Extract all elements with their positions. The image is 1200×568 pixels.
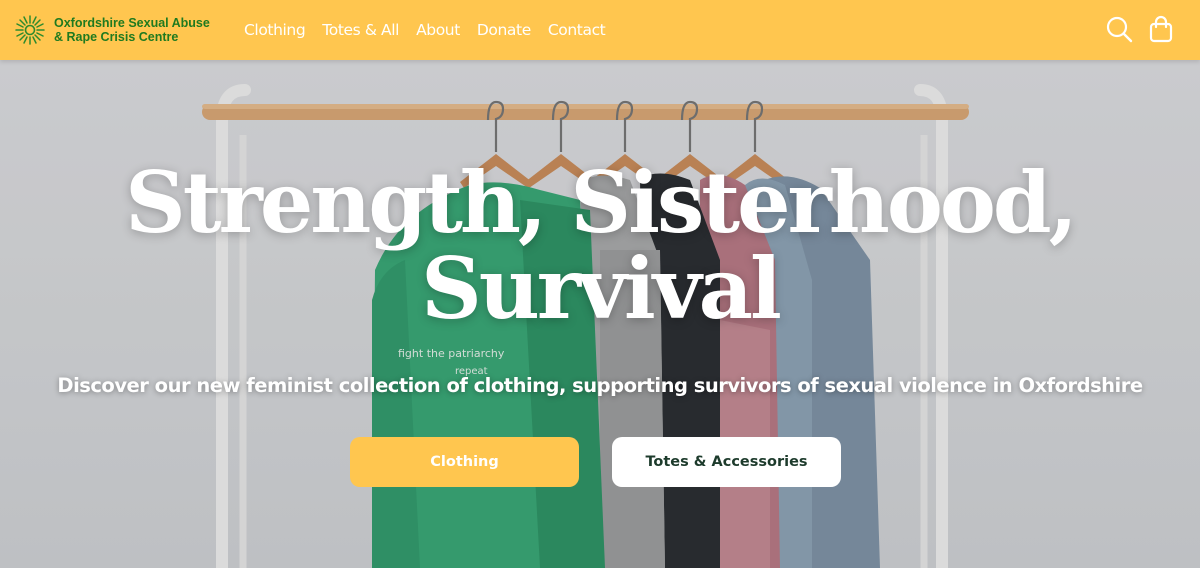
main-nav: Clothing Totes & All About Donate Contac… — [244, 21, 622, 39]
shop-totes-accessories-button[interactable]: Totes & Accessories — [612, 437, 841, 487]
shopping-bag-icon — [1149, 15, 1173, 43]
search-button[interactable] — [1102, 12, 1136, 46]
hero-banner: fight the patriarchy repeat Strength, Si… — [0, 60, 1200, 568]
shop-clothing-button[interactable]: Clothing — [350, 437, 579, 487]
nav-item-clothing[interactable]: Clothing — [244, 21, 306, 39]
sunflower-logo-icon — [15, 15, 45, 45]
header-actions — [1094, 12, 1178, 46]
brand-name-line2: & Rape Crisis Centre — [54, 30, 179, 44]
search-icon — [1106, 16, 1133, 43]
nav-item-about[interactable]: About — [416, 21, 460, 39]
hero-title-line2: Survival — [421, 239, 782, 338]
hero-title-line1: Strength, Sisterhood, — [125, 153, 1078, 252]
nav-item-totes[interactable]: Totes & All — [322, 21, 399, 39]
brand-logo[interactable]: Oxfordshire Sexual Abuse & Rape Crisis C… — [14, 14, 219, 46]
nav-item-contact[interactable]: Contact — [548, 21, 606, 39]
brand-name-line1: Oxfordshire Sexual Abuse — [54, 16, 210, 30]
nav-item-donate[interactable]: Donate — [477, 21, 531, 39]
hero-title: Strength, Sisterhood, Survival — [0, 160, 1200, 332]
site-header: Oxfordshire Sexual Abuse & Rape Crisis C… — [0, 0, 1200, 60]
hero-subtitle: Discover our new feminist collection of … — [57, 374, 1143, 397]
brand-name: Oxfordshire Sexual Abuse & Rape Crisis C… — [54, 16, 210, 44]
cart-button[interactable] — [1144, 12, 1178, 46]
